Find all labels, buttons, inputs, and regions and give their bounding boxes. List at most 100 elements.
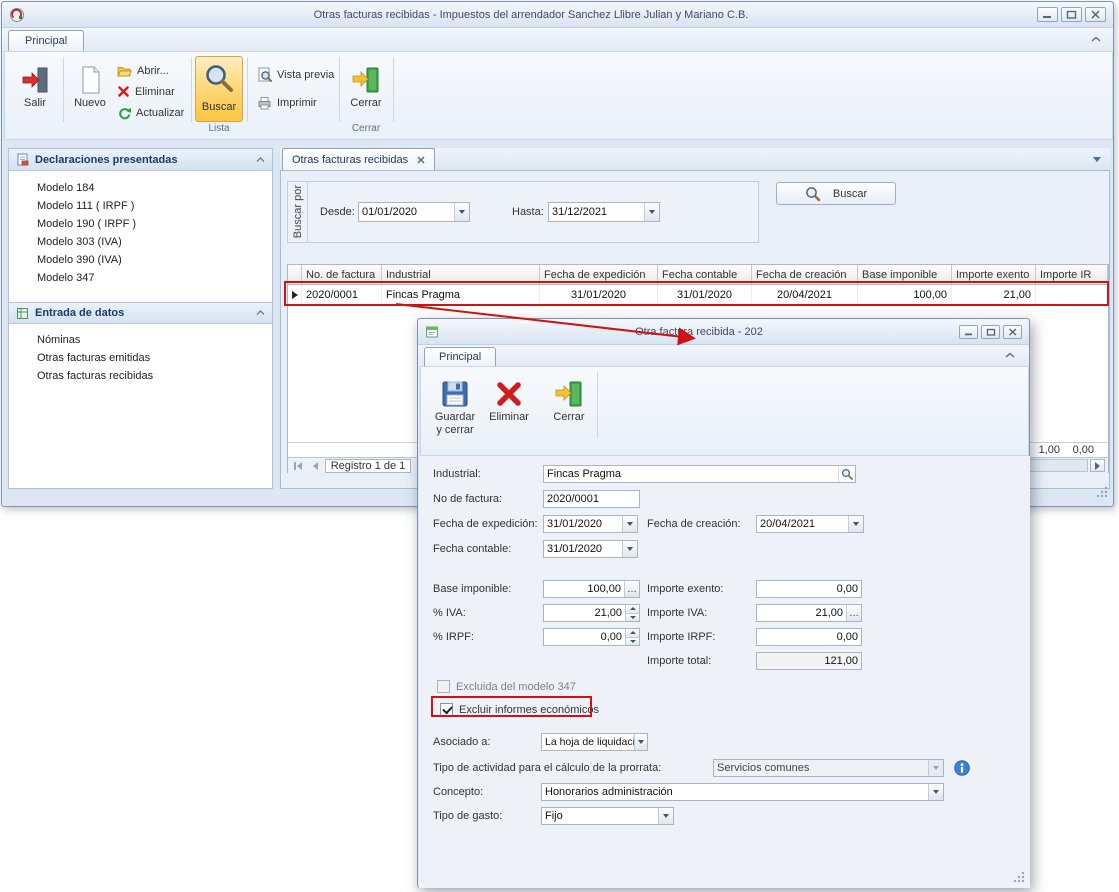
eliminar-button[interactable]: Eliminar bbox=[113, 82, 179, 101]
base-imponible-editor[interactable]: … bbox=[543, 580, 640, 598]
sidebar-item-modelo-184[interactable]: Modelo 184 bbox=[9, 179, 272, 197]
sidebar-item-otras-facturas-recibidas[interactable]: Otras facturas recibidas bbox=[9, 367, 272, 385]
info-icon[interactable] bbox=[954, 760, 970, 776]
importe-total-input[interactable] bbox=[756, 652, 862, 670]
column-header[interactable]: Fecha de expedición bbox=[540, 265, 658, 284]
sidebar-item-modelo-347[interactable]: Modelo 347 bbox=[9, 269, 272, 287]
lookup-search-icon[interactable] bbox=[838, 466, 855, 482]
column-header[interactable]: Importe IR bbox=[1036, 265, 1108, 284]
column-header[interactable]: Fecha contable bbox=[658, 265, 752, 284]
spin-down-icon[interactable] bbox=[626, 637, 639, 646]
salir-button[interactable]: Salir bbox=[11, 58, 59, 122]
importe-iva-editor[interactable]: … bbox=[756, 604, 862, 622]
resize-grip-icon[interactable] bbox=[1095, 485, 1108, 498]
close-icon[interactable] bbox=[1085, 7, 1106, 22]
sidebar-item-otras-facturas-emitidas[interactable]: Otras facturas emitidas bbox=[9, 349, 272, 367]
prev-record-icon[interactable] bbox=[308, 459, 322, 472]
minimize-icon[interactable] bbox=[959, 325, 978, 339]
vista-previa-button[interactable]: Vista previa bbox=[253, 65, 338, 84]
buscar-search-button[interactable]: Buscar bbox=[776, 182, 896, 205]
guardar-cerrar-button[interactable]: Guardar y cerrar bbox=[431, 372, 479, 452]
no-factura-input[interactable] bbox=[543, 490, 640, 508]
minimize-icon[interactable] bbox=[1037, 7, 1058, 22]
record-counter: Registro 1 de 1 bbox=[325, 459, 411, 473]
excluida-347-checkbox[interactable] bbox=[437, 680, 450, 693]
grid-row-selected[interactable]: 2020/0001 Fincas Pragma 31/01/2020 31/01… bbox=[288, 285, 1108, 305]
dropdown-arrow-icon[interactable] bbox=[848, 516, 863, 532]
column-header[interactable]: Industrial bbox=[382, 265, 540, 284]
pct-iva-editor[interactable] bbox=[543, 604, 640, 622]
pct-iva-input[interactable] bbox=[544, 605, 625, 621]
ellipsis-button[interactable]: … bbox=[624, 581, 639, 597]
buscar-button[interactable]: Buscar bbox=[195, 56, 243, 122]
tab-close-icon[interactable] bbox=[417, 156, 425, 164]
ribbon-collapse-icon[interactable] bbox=[1091, 36, 1101, 43]
dialog-cerrar-button[interactable]: Cerrar bbox=[547, 372, 591, 452]
first-record-icon[interactable] bbox=[291, 459, 305, 472]
tab-list-dropdown-icon[interactable] bbox=[1093, 157, 1101, 162]
dropdown-arrow-icon[interactable] bbox=[622, 541, 637, 557]
scroll-right-icon[interactable] bbox=[1090, 459, 1105, 472]
fecha-creacion-datepicker[interactable]: 20/04/2021 bbox=[756, 515, 864, 533]
importe-exento-input[interactable] bbox=[756, 580, 862, 598]
spin-down-icon[interactable] bbox=[626, 613, 639, 622]
ribbon-collapse-icon[interactable] bbox=[1005, 352, 1015, 359]
sidebar-item-modelo-390[interactable]: Modelo 390 (IVA) bbox=[9, 251, 272, 269]
dropdown-arrow-icon[interactable] bbox=[622, 516, 637, 532]
sidebar-item-nominas[interactable]: Nóminas bbox=[9, 331, 272, 349]
no-factura-label: No de factura: bbox=[433, 490, 502, 508]
spin-up-icon[interactable] bbox=[626, 605, 639, 613]
cerrar-button[interactable]: Cerrar bbox=[343, 58, 389, 122]
dropdown-arrow-icon[interactable] bbox=[658, 808, 673, 824]
ellipsis-button[interactable]: … bbox=[846, 605, 861, 621]
dropdown-arrow-icon[interactable] bbox=[928, 784, 943, 800]
dialog-eliminar-button[interactable]: Eliminar bbox=[487, 372, 531, 452]
close-door-icon bbox=[351, 65, 381, 95]
imprimir-button[interactable]: Imprimir bbox=[253, 93, 321, 112]
asociado-combobox[interactable]: La hoja de liquidación bbox=[541, 733, 648, 751]
column-header[interactable]: Importe exento bbox=[952, 265, 1036, 284]
importe-exento-label: Importe exento: bbox=[647, 580, 723, 598]
industrial-lookup[interactable] bbox=[543, 465, 856, 483]
actualizar-button[interactable]: Actualizar bbox=[113, 103, 188, 122]
abrir-button[interactable]: Abrir... bbox=[113, 61, 173, 80]
tab-principal[interactable]: Principal bbox=[8, 30, 84, 51]
column-header[interactable]: No. de factura bbox=[302, 265, 382, 284]
nuevo-button[interactable]: Nuevo bbox=[67, 58, 113, 122]
sidebar-section-entrada[interactable]: Entrada de datos bbox=[9, 302, 272, 324]
fecha-expedicion-label: Fecha de expedición: bbox=[433, 515, 538, 533]
footer-value: 0,00 bbox=[1066, 443, 1094, 457]
tipo-gasto-combobox[interactable]: Fijo bbox=[541, 807, 674, 825]
dropdown-arrow-icon[interactable] bbox=[454, 203, 469, 221]
tipo-actividad-combobox[interactable]: Servicios comunes bbox=[713, 759, 944, 777]
pct-irpf-input[interactable] bbox=[544, 629, 625, 645]
spinner bbox=[625, 605, 639, 621]
dialog-tab-principal[interactable]: Principal bbox=[424, 347, 496, 366]
resize-grip-icon[interactable] bbox=[1012, 870, 1025, 883]
dropdown-arrow-icon[interactable] bbox=[634, 734, 647, 750]
excluir-informes-checkbox[interactable] bbox=[440, 703, 453, 716]
maximize-icon[interactable] bbox=[981, 325, 1000, 339]
column-header[interactable]: Fecha de creación bbox=[752, 265, 858, 284]
fecha-expedicion-datepicker[interactable]: 31/01/2020 bbox=[543, 515, 638, 533]
importe-iva-input[interactable] bbox=[757, 605, 846, 621]
pct-irpf-editor[interactable] bbox=[543, 628, 640, 646]
hasta-datepicker[interactable]: 31/12/2021 bbox=[548, 202, 660, 222]
concepto-combobox[interactable]: Honorarios administración bbox=[541, 783, 944, 801]
sidebar-section-declaraciones[interactable]: Declaraciones presentadas bbox=[9, 149, 272, 171]
dropdown-arrow-icon[interactable] bbox=[644, 203, 659, 221]
industrial-input[interactable] bbox=[544, 466, 838, 482]
desde-datepicker[interactable]: 01/01/2020 bbox=[358, 202, 470, 222]
importe-irpf-input[interactable] bbox=[756, 628, 862, 646]
close-icon[interactable] bbox=[1003, 325, 1022, 339]
sidebar-item-modelo-111[interactable]: Modelo 111 ( IRPF ) bbox=[9, 197, 272, 215]
spin-up-icon[interactable] bbox=[626, 629, 639, 637]
column-header[interactable]: Base imponible bbox=[858, 265, 952, 284]
dropdown-arrow-icon[interactable] bbox=[928, 760, 943, 776]
sidebar-item-modelo-303[interactable]: Modelo 303 (IVA) bbox=[9, 233, 272, 251]
fecha-contable-datepicker[interactable]: 31/01/2020 bbox=[543, 540, 638, 558]
sidebar-item-modelo-190[interactable]: Modelo 190 ( IRPF ) bbox=[9, 215, 272, 233]
document-tab-otras-facturas[interactable]: Otras facturas recibidas bbox=[282, 148, 435, 170]
maximize-icon[interactable] bbox=[1061, 7, 1082, 22]
base-imponible-input[interactable] bbox=[544, 581, 624, 597]
